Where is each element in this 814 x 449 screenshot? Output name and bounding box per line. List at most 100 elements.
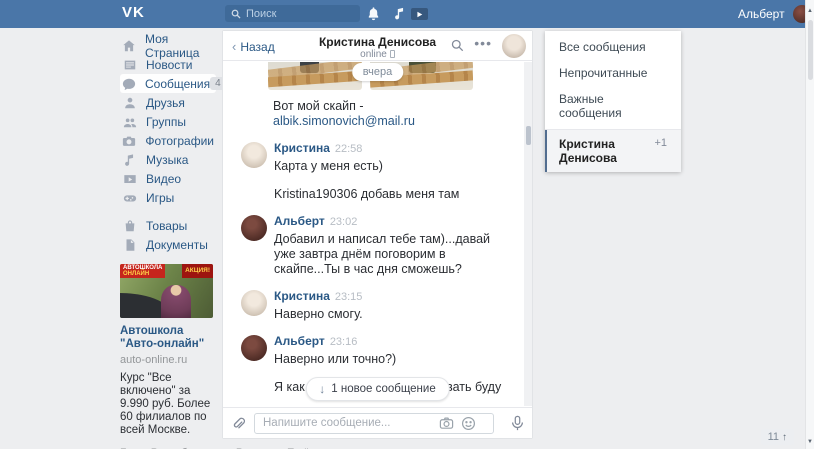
chat-scrollbar-track[interactable] — [524, 62, 532, 406]
groups-icon — [122, 114, 137, 129]
sender-name[interactable]: Кристина — [274, 289, 330, 303]
music-note-icon[interactable] — [393, 6, 407, 21]
video-play-icon[interactable] — [411, 8, 428, 20]
sender-avatar[interactable] — [241, 142, 267, 168]
dropdown-item-1[interactable]: Все сообщения — [545, 34, 681, 60]
message-text: Вот мой скайп - — [273, 99, 518, 114]
online-status: online — [360, 49, 387, 60]
top-navigation-bar: VK Альберт ▾ — [0, 0, 805, 28]
ad-body-text: Курс "Все включено" за 9.990 руб. Более … — [120, 372, 213, 437]
dropdown-item-3[interactable]: Важные сообщения — [545, 86, 681, 126]
microphone-icon[interactable] — [511, 415, 524, 431]
message-group: Кристина23:15Наверно смогу. — [241, 290, 518, 322]
notifications-bell-icon[interactable] — [366, 6, 381, 21]
dialog-actions-icon[interactable]: ••• — [474, 35, 492, 51]
arrow-down-icon: ↓ — [319, 382, 325, 396]
message-time: 23:02 — [330, 216, 358, 228]
sidebar-item-label: Сообщения — [145, 77, 210, 91]
message-text: Kristina190306 добавь меня там — [274, 187, 459, 202]
sidebar-item-news[interactable]: Новости — [120, 55, 216, 74]
home-icon — [122, 38, 136, 53]
user-name: Альберт — [738, 7, 785, 21]
dropdown-item-2[interactable]: Непрочитанные — [545, 60, 681, 86]
sidebar-item-photos[interactable]: Фотографии — [120, 131, 216, 150]
scroll-counter-badge[interactable]: 11↑ — [761, 429, 794, 445]
dialog-search-icon[interactable] — [451, 39, 464, 52]
arrow-up-icon: ↑ — [782, 432, 787, 443]
message-group: Кристина22:58Карта у меня есть)Kristina1… — [241, 142, 518, 202]
sidebar-item-home[interactable]: Моя Страница — [120, 36, 216, 55]
sender-name[interactable]: Альберт — [274, 214, 325, 228]
sidebar-item-docs[interactable]: Документы — [120, 235, 216, 254]
message-continuation: Вот мой скайп -albik.simonovich@mail.ru — [273, 99, 518, 129]
sender-avatar[interactable] — [241, 215, 267, 241]
dropdown-conversation-row[interactable]: Кристина Денисова +1 — [545, 130, 681, 172]
global-search[interactable] — [225, 5, 360, 22]
message-list: Вот мой скайп -albik.simonovich@mail.ru К… — [223, 62, 524, 406]
play-triangle-icon — [416, 11, 423, 18]
page-scrollbar[interactable]: ▲ ▼ — [805, 0, 814, 449]
photo-attachment[interactable] — [268, 62, 362, 90]
chevron-left-icon: ‹ — [232, 39, 236, 54]
peer-avatar[interactable] — [502, 34, 526, 58]
news-icon — [122, 57, 137, 72]
sender-avatar[interactable] — [241, 290, 267, 316]
sidebar-item-label: Новости — [146, 58, 192, 72]
email-link[interactable]: albik.simonovich@mail.ru — [273, 114, 518, 129]
user-menu[interactable]: Альберт ▾ — [738, 0, 814, 28]
sidebar-item-market[interactable]: Товары — [120, 216, 216, 235]
scroll-up-arrow[interactable]: ▲ — [807, 8, 813, 14]
left-sidebar: Моя Страница Новости Сообщения4ДрузьяГрупп… — [120, 36, 216, 449]
sidebar-item-label: Товары — [146, 219, 187, 233]
music-icon — [122, 152, 137, 167]
vk-logo[interactable]: VK — [122, 4, 145, 21]
message-text: Наверно смогу. — [274, 307, 363, 322]
video-icon — [122, 171, 137, 186]
page-scrollbar-thumb[interactable] — [808, 20, 813, 80]
sender-name[interactable]: Кристина — [274, 141, 330, 155]
emoji-smile-icon[interactable] — [461, 416, 476, 431]
sidebar-item-label: Фотографии — [145, 134, 214, 148]
message-input[interactable] — [254, 413, 494, 434]
new-message-pill[interactable]: ↓ 1 новое сообщение — [305, 377, 449, 401]
ad-banner-subtitle: ОНЛАЙН — [123, 271, 162, 277]
sender-avatar[interactable] — [241, 335, 267, 361]
sidebar-item-games[interactable]: Игры — [120, 188, 216, 207]
sidebar-menu: Моя Страница Новости Сообщения4ДрузьяГрупп… — [120, 36, 216, 254]
sidebar-item-messages[interactable]: Сообщения4 — [120, 74, 216, 93]
sidebar-item-groups[interactable]: Группы — [120, 112, 216, 131]
search-input[interactable] — [246, 8, 354, 20]
conversation-name: Кристина Денисова — [559, 137, 654, 165]
chat-scrollbar-thumb[interactable] — [526, 126, 531, 145]
games-icon — [122, 190, 137, 205]
sidebar-item-friends[interactable]: Друзья — [120, 93, 216, 112]
ad-image[interactable]: АВТОШКОЛА ОНЛАЙН АКЦИЯ! — [120, 264, 213, 318]
back-button[interactable]: ‹Назад — [232, 39, 275, 54]
unread-count: +1 — [654, 137, 667, 165]
message-text: Добавил и написал тебе там)...давай уже … — [274, 232, 504, 277]
attach-paperclip-icon[interactable] — [231, 416, 246, 431]
ad-banner-text: АВТОШКОЛА ОНЛАЙН — [120, 264, 165, 278]
docs-icon — [122, 237, 137, 252]
sidebar-item-label: Документы — [146, 238, 208, 252]
scroll-down-arrow[interactable]: ▼ — [807, 439, 813, 445]
sidebar-item-video[interactable]: Видео — [120, 169, 216, 188]
ad-person-graphic — [161, 285, 191, 318]
sticky-date-label: вчера — [352, 63, 403, 81]
sidebar-item-music[interactable]: Музыка — [120, 150, 216, 169]
market-icon — [122, 218, 137, 233]
sidebar-item-label: Видео — [146, 172, 181, 186]
peer-name[interactable]: Кристина Денисова — [303, 35, 452, 49]
ad-block[interactable]: АВТОШКОЛА ОНЛАЙН АКЦИЯ! Автошкола "Авто-… — [120, 264, 213, 437]
conversation-header: ‹Назад Кристина Денисова online ••• — [223, 31, 532, 61]
message-time: 22:58 — [335, 143, 363, 155]
ad-title-link[interactable]: Автошкола "Авто-онлайн" — [120, 325, 213, 351]
sidebar-item-label: Музыка — [146, 153, 188, 167]
sidebar-item-label: Игры — [146, 191, 174, 205]
camera-icon[interactable] — [439, 416, 454, 431]
messages-icon — [122, 76, 136, 91]
message-text: Наверно или точно?) — [274, 352, 501, 367]
compose-bar — [223, 407, 532, 438]
sender-name[interactable]: Альберт — [274, 334, 325, 348]
ad-banner-strip: АВТОШКОЛА ОНЛАЙН АКЦИЯ! — [120, 264, 213, 278]
